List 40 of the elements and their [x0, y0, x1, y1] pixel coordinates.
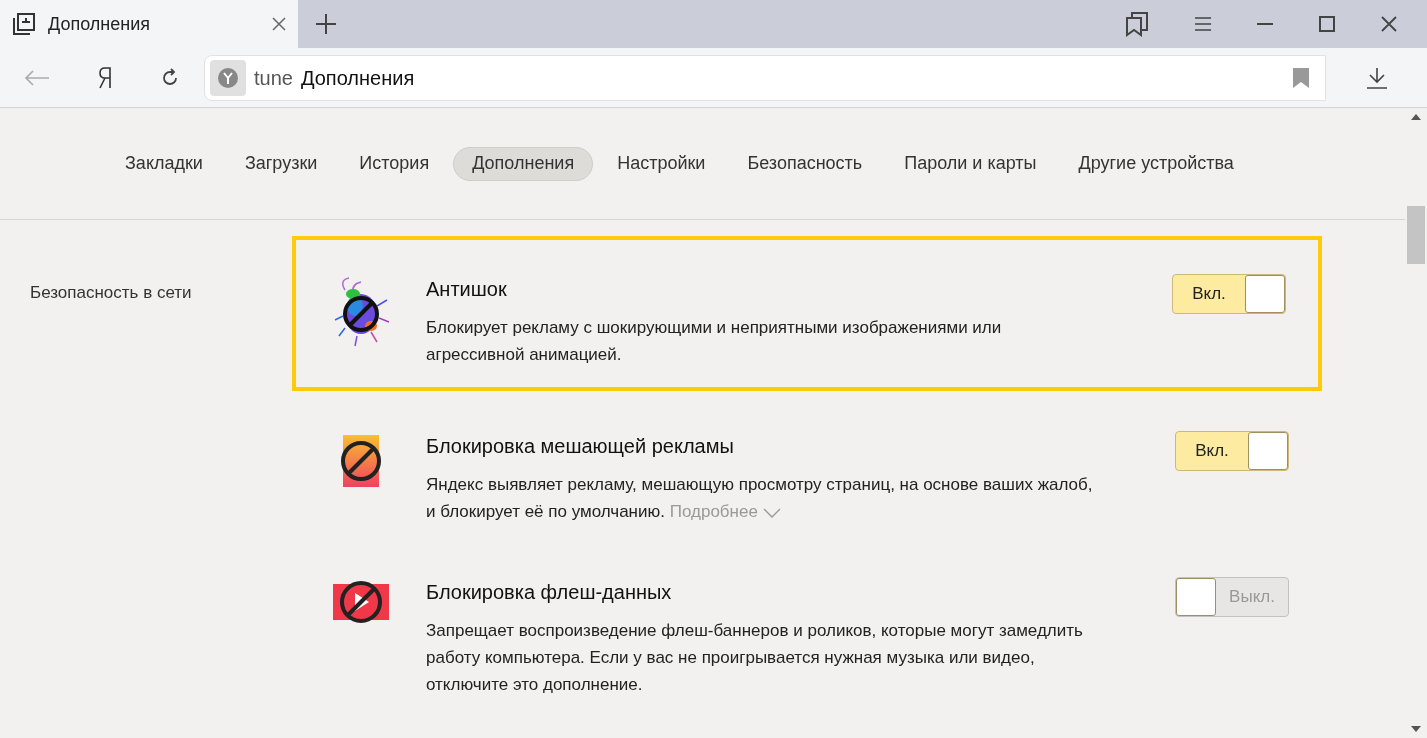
extension-title: Антишок — [426, 277, 508, 302]
close-icon[interactable] — [1381, 16, 1397, 32]
bookmarks-icon[interactable] — [1125, 11, 1149, 37]
close-icon[interactable] — [272, 17, 286, 31]
nav-tab[interactable]: Другие устройства — [1060, 146, 1252, 181]
section-title: Безопасность в сети — [30, 283, 192, 302]
blocked-video-icon — [333, 579, 389, 625]
nav-tab[interactable]: Загрузки — [226, 146, 336, 181]
scrollbar-thumb[interactable] — [1407, 206, 1425, 264]
scroll-down-icon[interactable] — [1411, 726, 1421, 734]
toggle-switch[interactable]: Вкл. — [1172, 274, 1286, 314]
nav-tab[interactable]: Настройки — [599, 146, 724, 181]
browser-tab[interactable]: Дополнения — [0, 0, 298, 48]
reload-icon[interactable] — [160, 67, 180, 88]
yandex-logo-icon[interactable] — [98, 66, 112, 89]
chevron-down-icon — [762, 507, 781, 518]
scroll-up-icon[interactable] — [1411, 112, 1421, 120]
nav-tab[interactable]: Безопасность — [729, 146, 881, 181]
extension-title: Блокировка мешающей рекламы — [426, 434, 735, 459]
address-prefix: tune — [254, 65, 293, 91]
nav-tab[interactable]: Дополнения — [453, 146, 594, 181]
maximize-icon[interactable] — [1319, 16, 1335, 32]
extension-description: Блокирует рекламу с шокирующими и неприятными изображениями или агрессивной анимацией. — [426, 317, 1003, 366]
menu-icon[interactable] — [1195, 16, 1211, 32]
address-text: Дополнения — [300, 65, 416, 91]
extension-description: Запрещает воспроизведение флеш-баннеров и роликов, которые могут замедлить работу компьютера. Если у вас не проигрывается нужная музыка или видео, отключите это дополнение. — [426, 620, 1084, 696]
bookmark-icon[interactable] — [1293, 67, 1309, 88]
extension-description: Яндекс выявляет рекламу, мешающую просмотру страниц, на основе ваших жалоб, и блокирует её по умолчанию. Подробнее — [426, 474, 1094, 523]
nav-tab[interactable]: История — [341, 146, 448, 181]
extensions-icon — [12, 12, 36, 36]
nav-tab[interactable]: Пароли и карты — [886, 146, 1055, 181]
new-tab-icon[interactable] — [315, 13, 337, 35]
extension-title: Блокировка флеш-данных — [426, 580, 673, 605]
site-badge-icon — [210, 59, 246, 96]
address-bar[interactable]: tune Дополнения — [204, 54, 1326, 101]
tab-title: Дополнения — [48, 12, 151, 36]
toggle-switch[interactable]: Вкл. — [1175, 431, 1289, 471]
nav-tab[interactable]: Закладки — [107, 146, 221, 181]
minimize-icon[interactable] — [1257, 22, 1273, 26]
download-icon[interactable] — [1365, 66, 1388, 89]
